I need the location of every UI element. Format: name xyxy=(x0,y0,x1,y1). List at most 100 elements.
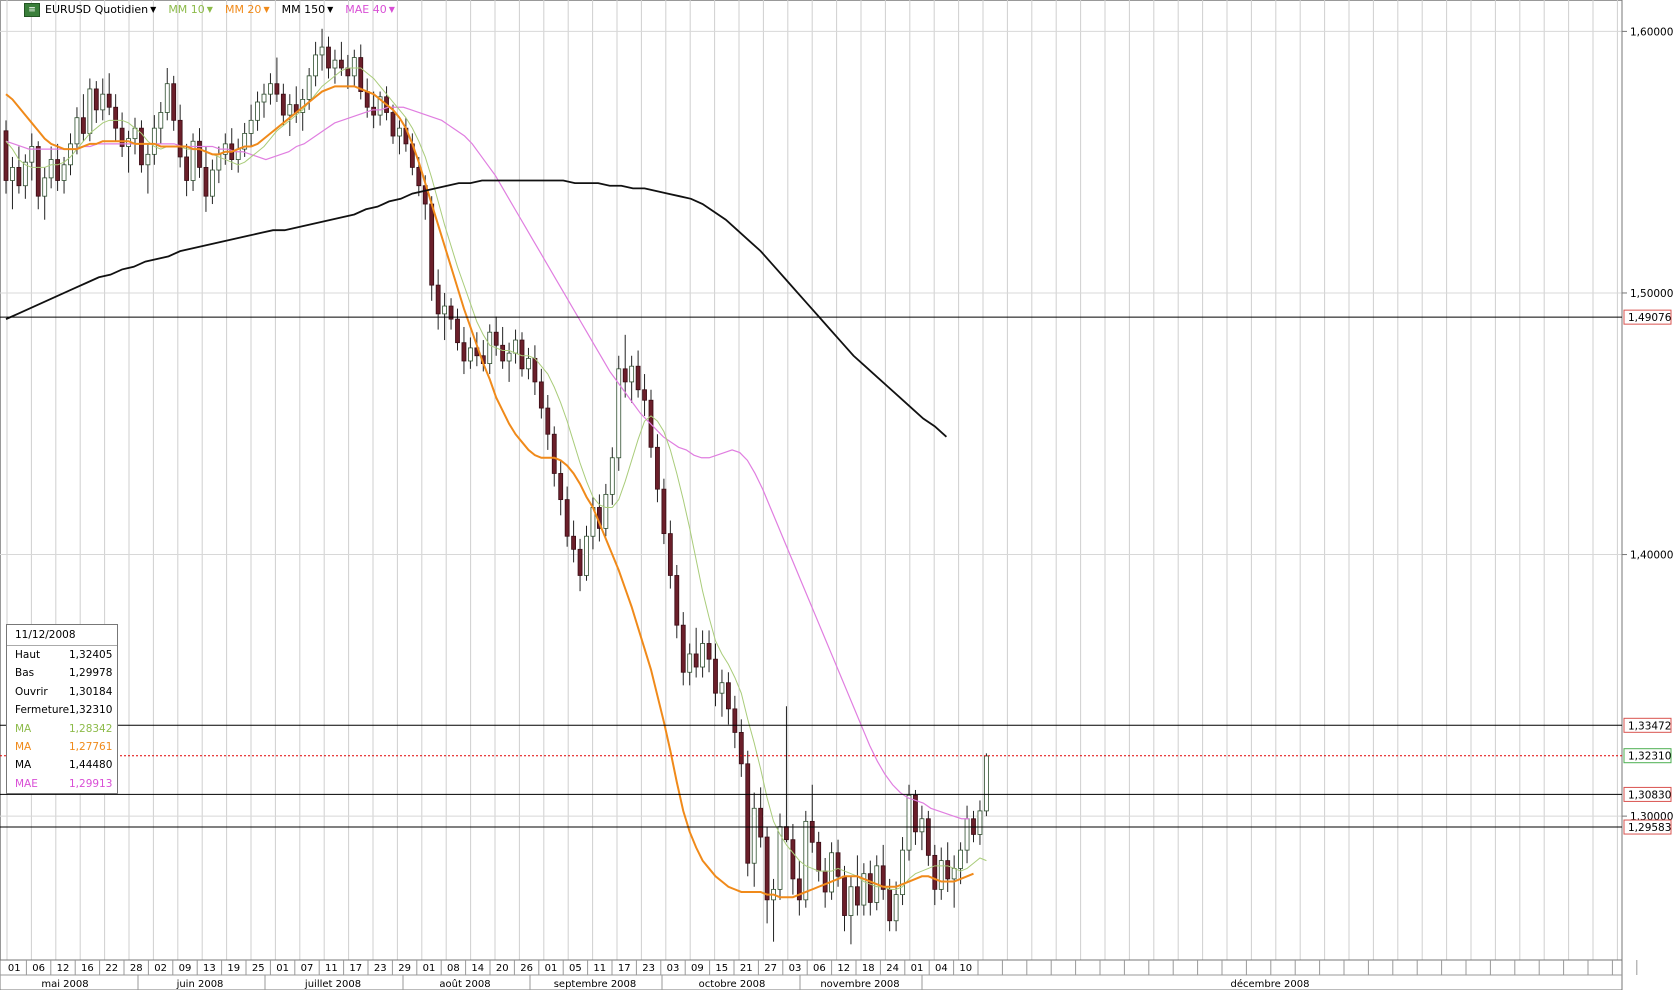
x-day-label: 21 xyxy=(740,963,753,974)
x-month-label: juin 2008 xyxy=(176,979,224,990)
info-label: Bas xyxy=(15,667,35,680)
candle-down xyxy=(790,839,796,880)
ohlc-info-box: 11/12/2008 Haut 1,32405 Bas 1,29978 Ouvrir 1,… xyxy=(6,624,118,795)
x-day-label: 23 xyxy=(374,963,387,974)
candle-down xyxy=(106,93,112,108)
y-tick-label: 1,50000 xyxy=(1630,288,1673,300)
symbol-selector[interactable]: ≡ EURUSD Quotidien ▼ xyxy=(24,2,156,18)
x-month-label: novembre 2008 xyxy=(820,979,899,990)
candle-up xyxy=(526,357,531,370)
x-day-label: 15 xyxy=(715,963,728,974)
candle-up xyxy=(687,653,693,673)
candle-up xyxy=(261,93,267,103)
candle-down xyxy=(835,852,841,877)
level-label: 1,49076 xyxy=(1628,312,1672,324)
chevron-down-icon: ▼ xyxy=(150,5,157,14)
level-label: 1,33472 xyxy=(1628,720,1671,732)
x-day-label: 08 xyxy=(447,963,460,974)
candle-down xyxy=(203,167,209,197)
candle-down xyxy=(706,643,712,660)
x-day-label: 25 xyxy=(252,963,265,974)
info-label: Ouvrir xyxy=(15,685,48,698)
chart-icon: ≡ xyxy=(24,3,40,17)
info-label: MA xyxy=(15,722,32,735)
candle-down xyxy=(16,167,22,187)
x-day-label: 20 xyxy=(496,963,509,974)
candle-down xyxy=(338,59,344,69)
chevron-down-icon: ▼ xyxy=(263,5,270,14)
candle-down xyxy=(371,106,377,116)
candle-down xyxy=(3,130,9,181)
indicator-ma20[interactable]: MM 20 ▼ xyxy=(225,2,270,18)
candle-down xyxy=(171,83,177,121)
x-day-label: 04 xyxy=(935,963,948,974)
candle-up xyxy=(951,868,957,880)
candle-up xyxy=(719,682,725,694)
candle-down xyxy=(855,886,860,906)
x-day-label: 11 xyxy=(325,963,338,974)
candle-down xyxy=(519,339,525,370)
candle-up xyxy=(629,365,635,383)
x-day-label: 29 xyxy=(398,963,411,974)
candle-down xyxy=(622,368,628,383)
candle-up xyxy=(900,849,905,896)
candle-down xyxy=(726,682,731,710)
x-day-label: 01 xyxy=(8,963,21,974)
candle-up xyxy=(145,153,151,166)
candle-down xyxy=(564,499,570,537)
candle-up xyxy=(10,167,15,181)
x-day-label: 23 xyxy=(642,963,655,974)
candle-down xyxy=(429,203,435,286)
candle-up xyxy=(803,820,809,901)
indicator-ma10[interactable]: MM 10 ▼ xyxy=(168,2,213,18)
info-row: MA 1,28342 xyxy=(7,720,117,738)
info-row: Fermeture 1,32310 xyxy=(7,701,117,719)
info-label: MA xyxy=(15,759,32,772)
indicator-toolbar: ≡ EURUSD Quotidien ▼ MM 10 ▼ MM 20 ▼ MM … xyxy=(24,2,395,18)
chevron-down-icon: ▼ xyxy=(206,5,213,14)
candle-down xyxy=(925,818,931,856)
candle-down xyxy=(551,433,557,474)
candle-up xyxy=(48,159,54,179)
x-month-label: août 2008 xyxy=(439,978,490,990)
x-day-label: 10 xyxy=(959,963,972,974)
candle-up xyxy=(190,140,196,181)
info-label: MAE xyxy=(15,777,38,790)
indicator-mae40[interactable]: MAE 40 ▼ xyxy=(345,2,395,18)
x-month-label: décembre 2008 xyxy=(1231,978,1310,990)
candle-up xyxy=(938,860,944,890)
indicator-ma150[interactable]: MM 150 ▼ xyxy=(282,2,334,18)
x-day-label: 06 xyxy=(813,963,826,974)
info-value: 1,29978 xyxy=(69,667,113,680)
candle-up xyxy=(313,54,319,77)
candle-down xyxy=(493,331,499,346)
x-day-label: 18 xyxy=(862,963,875,974)
info-label: Haut xyxy=(15,649,41,661)
info-row: MA 1,27761 xyxy=(7,738,117,756)
x-day-label: 01 xyxy=(423,963,436,974)
candle-up xyxy=(209,169,215,197)
symbol-label: EURUSD Quotidien xyxy=(45,3,149,16)
candle-down xyxy=(713,658,718,694)
candle-up xyxy=(164,83,170,113)
candle-down xyxy=(655,446,660,490)
price-chart[interactable]: 1,600001,500001,400001,300001,490761,334… xyxy=(0,0,1676,990)
x-day-label: 19 xyxy=(227,963,240,974)
candle-down xyxy=(390,112,396,137)
candle-up xyxy=(287,104,293,116)
candle-up xyxy=(584,535,589,576)
candle-up xyxy=(958,849,963,869)
x-day-label: 24 xyxy=(886,963,899,974)
candle-up xyxy=(893,894,899,922)
candle-down xyxy=(661,488,667,535)
candle-down xyxy=(532,357,538,383)
indicator-ma150-label: MM 150 xyxy=(281,3,326,16)
info-value: 1,30184 xyxy=(69,685,113,698)
info-value: 1,28342 xyxy=(69,722,113,735)
candle-down xyxy=(674,575,680,626)
candle-down xyxy=(667,533,673,576)
candle-up xyxy=(984,755,989,812)
x-day-label: 12 xyxy=(837,963,850,974)
candle-down xyxy=(55,159,60,181)
indicator-ma10-label: MM 10 xyxy=(168,3,205,16)
